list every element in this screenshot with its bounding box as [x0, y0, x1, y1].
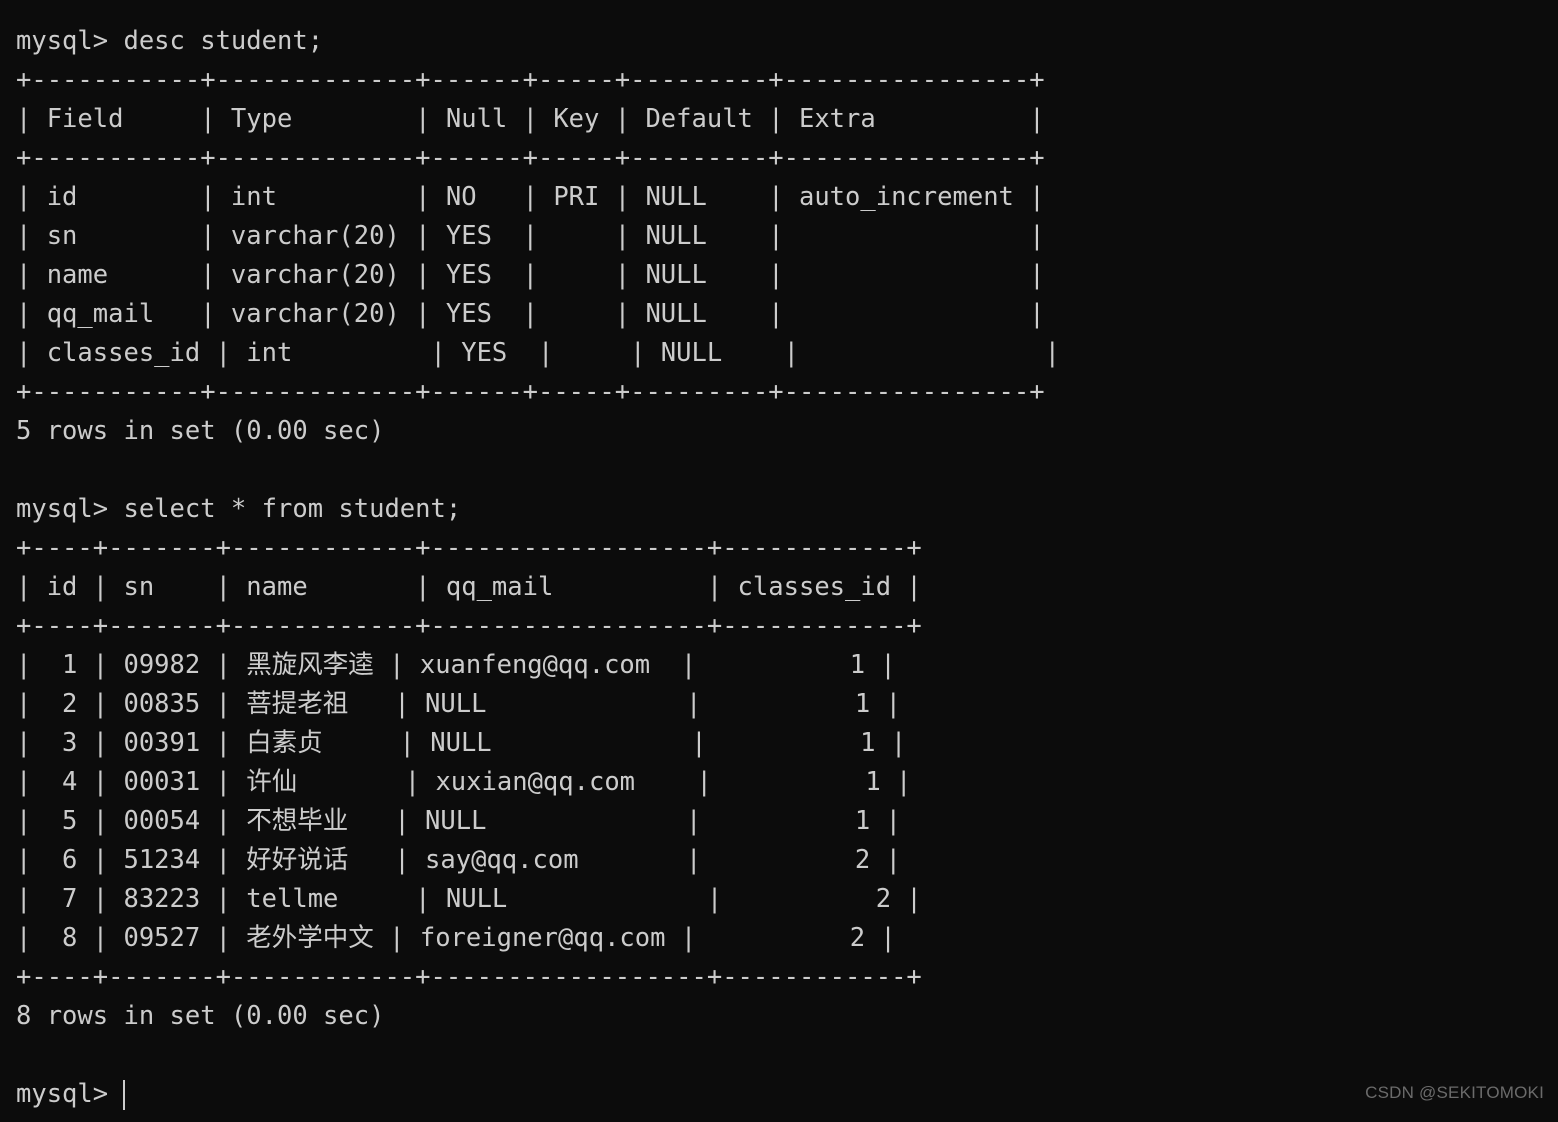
terminal-output: mysql> desc student; +-----------+------…: [16, 26, 1060, 1109]
terminal-window[interactable]: mysql> desc student; +-----------+------…: [0, 0, 1558, 1122]
watermark-label: CSDN @SEKITOMOKI: [1365, 1083, 1544, 1102]
text-cursor: [123, 1080, 126, 1110]
